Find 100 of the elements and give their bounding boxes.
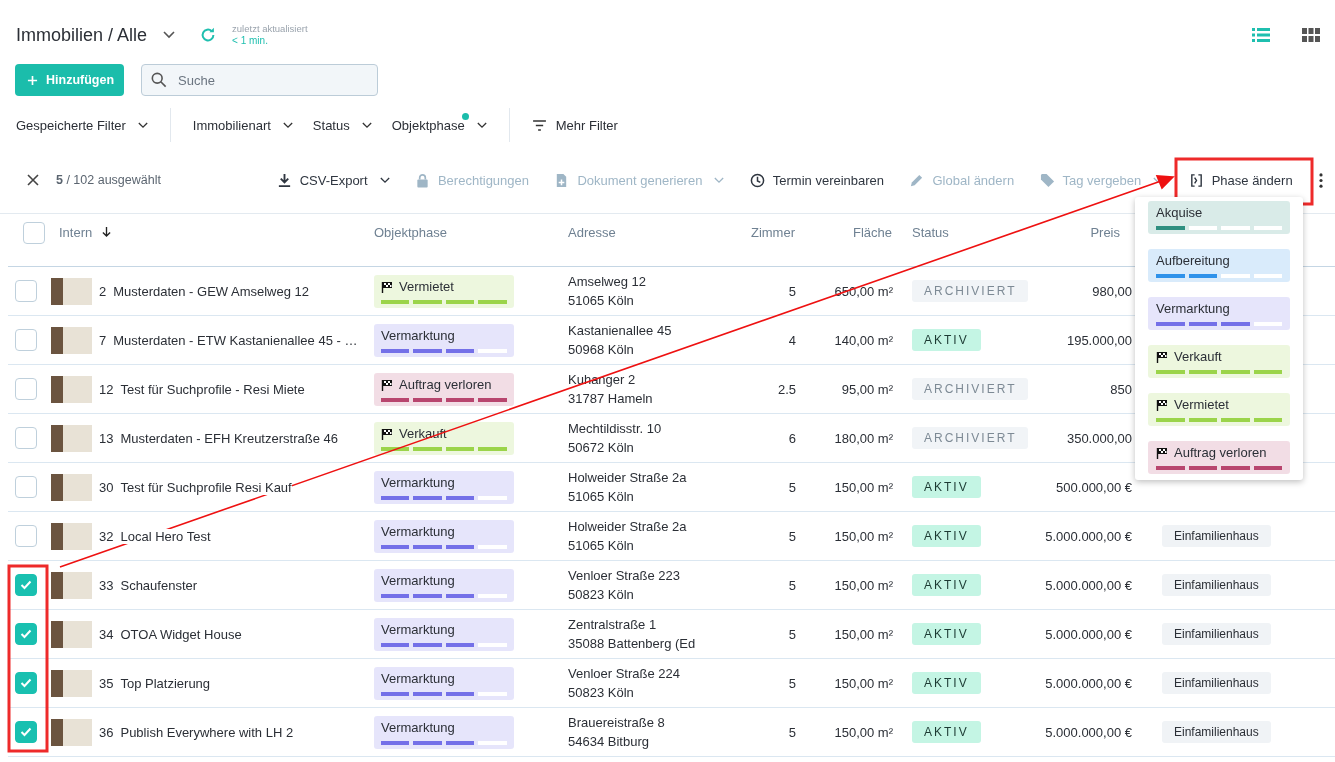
- photo-placeholder: [51, 571, 92, 599]
- rooms-cell: 6: [788, 430, 796, 446]
- address-line: Venloer Straße 224: [568, 665, 682, 683]
- rooms-cell: 4: [788, 332, 796, 348]
- check-icon: [20, 727, 32, 737]
- photo-placeholder: [51, 326, 92, 354]
- property-number: 33: [99, 577, 114, 593]
- column-header[interactable]: Intern: [59, 225, 93, 240]
- row-checkbox[interactable]: [15, 721, 37, 743]
- column-header[interactable]: Objektphase: [374, 225, 447, 240]
- status-badge: ARCHIVIERT: [912, 427, 1029, 449]
- phase-tag: Vermarktung: [374, 470, 514, 504]
- filter-dropdown[interactable]: Status: [312, 117, 372, 133]
- chevron-down-icon[interactable]: [163, 31, 176, 39]
- property-number: 12: [99, 381, 114, 397]
- photo-placeholder: [51, 669, 92, 697]
- address-line: Zentralstraße 1: [568, 616, 658, 634]
- photo-placeholder: [51, 620, 92, 648]
- property-name[interactable]: Local Hero Test: [120, 528, 211, 544]
- rooms-cell: 2.5: [777, 381, 796, 397]
- chevron-down-icon: [282, 121, 293, 129]
- row-checkbox[interactable]: [15, 378, 37, 400]
- phase-tag: Vermarktung: [374, 666, 514, 700]
- phase-tag: Vermarktung: [374, 519, 514, 553]
- more-filters-button[interactable]: Mehr Filter: [531, 117, 618, 133]
- address-line: Mechtildisstr. 10: [568, 420, 663, 438]
- row-checkbox[interactable]: [15, 672, 37, 694]
- status-badge: AKTIV: [912, 525, 981, 547]
- clock-icon: [749, 172, 765, 188]
- row-checkbox[interactable]: [15, 476, 37, 498]
- status-badge: AKTIV: [912, 329, 981, 351]
- address-line: 35088 Battenberg (Ed: [568, 635, 697, 653]
- chevron-down-icon: [379, 176, 390, 184]
- phase-option[interactable]: Auftrag verloren: [1148, 441, 1290, 474]
- filter-dropdown[interactable]: Immobilienart: [192, 117, 293, 133]
- area-cell: 150,00 m²: [834, 626, 893, 642]
- row-checkbox[interactable]: [15, 427, 37, 449]
- column-header[interactable]: Status: [912, 225, 949, 240]
- updated-time: < 1 min.: [232, 35, 269, 47]
- status-badge: AKTIV: [912, 476, 981, 498]
- price-cell: 5.000.000,00 €: [1045, 626, 1132, 642]
- column-header[interactable]: Preis: [1090, 225, 1120, 240]
- more-options-icon[interactable]: [1319, 172, 1324, 188]
- price-cell: 5.000.000,00 €: [1045, 577, 1132, 593]
- column-header[interactable]: Adresse: [568, 225, 616, 240]
- phase-tag: Vermarktung: [374, 715, 514, 749]
- chevron-down-icon: [137, 121, 148, 129]
- phase-option[interactable]: Verkauft: [1148, 345, 1290, 378]
- selection-count: 5 / 102 ausgewählt: [56, 173, 161, 187]
- check-icon: [20, 580, 32, 590]
- grid-view-icon[interactable]: [1302, 28, 1320, 42]
- phase-tag: Vermarktung: [374, 568, 514, 602]
- pencil-icon: [909, 172, 925, 188]
- price-cell: 350.000,00: [1066, 430, 1132, 446]
- property-number: 35: [99, 675, 114, 691]
- tag-icon: [1039, 172, 1055, 188]
- address-line: Venloer Straße 223: [568, 567, 682, 585]
- address-line: 50968 Köln: [568, 341, 635, 359]
- phase-tag: Vermarktung: [374, 323, 514, 357]
- area-cell: 140,00 m²: [834, 332, 893, 348]
- status-badge: AKTIV: [912, 672, 981, 694]
- address-line: 51065 Köln: [568, 537, 635, 555]
- select-all-checkbox[interactable]: [23, 221, 45, 244]
- area-cell: 150,00 m²: [834, 724, 893, 740]
- row-checkbox[interactable]: [15, 280, 37, 302]
- address-line: Brauereistraße 8: [568, 714, 666, 732]
- property-type-tag: Einfamilienhaus: [1162, 672, 1271, 694]
- photo-placeholder: [51, 424, 92, 452]
- row-checkbox[interactable]: [15, 623, 37, 645]
- photo-placeholder: [51, 718, 92, 746]
- property-number: 36: [99, 724, 114, 740]
- photo-placeholder: [51, 277, 92, 305]
- area-cell: 150,00 m²: [834, 577, 893, 593]
- rooms-cell: 5: [788, 283, 796, 299]
- chevron-down-icon: [476, 121, 487, 129]
- row-checkbox[interactable]: [15, 329, 37, 351]
- row-checkbox[interactable]: [15, 574, 37, 596]
- filter-dropdown[interactable]: Objektphase: [391, 117, 487, 133]
- search-field[interactable]: Suche: [141, 64, 379, 96]
- phase-option[interactable]: Aufbereitung: [1148, 249, 1290, 282]
- sort-arrow-icon[interactable]: [102, 227, 112, 238]
- close-icon[interactable]: [27, 174, 39, 186]
- phase-option[interactable]: Vermarktung: [1148, 297, 1290, 330]
- address-line: Holweider Straße 2a: [568, 518, 688, 536]
- phase-tag: Auftrag verloren: [374, 372, 514, 406]
- phase-option[interactable]: Akquise: [1148, 201, 1290, 234]
- column-header[interactable]: Fläche: [852, 225, 892, 240]
- address-line: 50823 Köln: [568, 684, 635, 702]
- row-checkbox[interactable]: [15, 525, 37, 547]
- column-header[interactable]: Zimmer: [750, 225, 795, 240]
- chevron-down-icon: [361, 121, 372, 129]
- property-number: 32: [99, 528, 114, 544]
- address-line: 51065 Köln: [568, 292, 635, 310]
- photo-placeholder: [51, 375, 92, 403]
- phase-option[interactable]: Vermietet: [1148, 393, 1290, 426]
- rooms-cell: 5: [788, 528, 796, 544]
- photo-placeholder: [51, 473, 92, 501]
- list-view-icon[interactable]: [1252, 28, 1270, 42]
- area-cell: 180,00 m²: [834, 430, 893, 446]
- filter-dropdown[interactable]: Gespeicherte Filter: [16, 117, 148, 133]
